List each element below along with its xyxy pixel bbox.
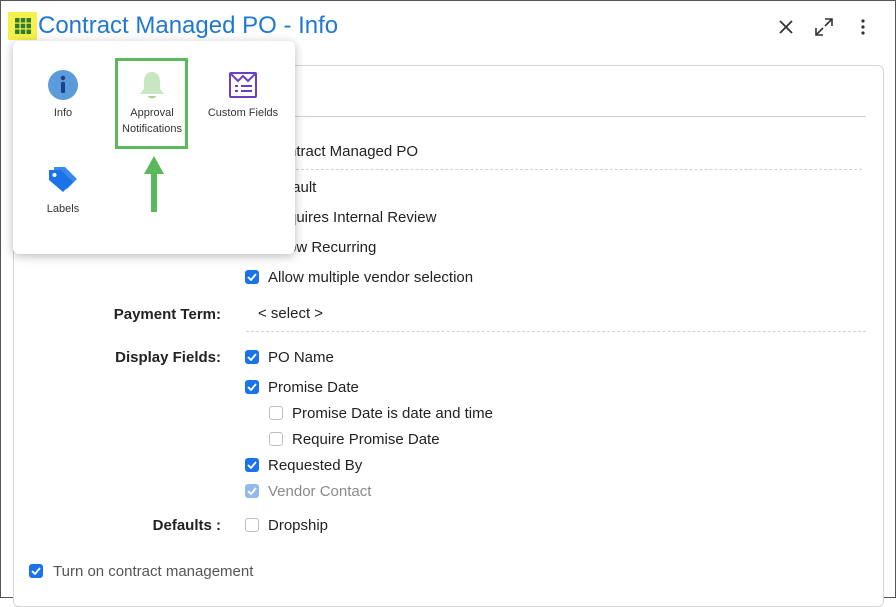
app-labels-label: Labels [46,203,80,215]
vendor-contact-label: Vendor Contact [268,483,372,500]
arrow-up-icon [144,156,164,212]
contract-management-label: Turn on contract management [53,563,254,580]
app-info-label: Info [53,107,73,119]
requested-by-checkbox[interactable] [245,458,259,472]
page-title: Contract Managed PO - Info [38,12,339,39]
requires-internal-review-label: quires Internal Review [288,209,437,226]
more-vertical-icon[interactable] [851,15,875,39]
vendor-contact-checkbox [245,484,259,498]
section-divider [266,116,866,117]
allow-multiple-vendor-label: Allow multiple vendor selection [268,269,474,286]
app-custom-fields-label: Custom Fields [207,107,279,119]
dropship-label: Dropship [268,517,329,534]
payment-term-label: Payment Term: [113,306,221,323]
promise-date-label: Promise Date [268,379,359,396]
app-menu-popup: Info Approval Notifications Custom Field… [13,41,295,254]
defaults-label: Defaults : [152,517,221,534]
promise-date-checkbox[interactable] [245,380,259,394]
display-fields-label: Display Fields: [115,349,221,366]
window: Contract Managed PO - Info ntract Manage… [0,0,896,607]
name-underline [246,169,862,170]
allow-multiple-vendor-checkbox[interactable] [245,270,259,284]
po-type-name: ntract Managed PO [288,143,419,160]
po-name-label: PO Name [268,349,334,366]
app-labels[interactable]: Labels [25,163,101,217]
grid-apps-icon[interactable] [8,12,37,40]
requested-by-label: Requested By [268,457,363,474]
require-promise-date-label: Require Promise Date [292,431,440,448]
highlight-box [115,58,188,149]
info-icon [25,69,101,101]
require-promise-date-checkbox[interactable] [269,432,283,446]
tag-icon [25,163,101,195]
app-custom-fields[interactable]: Custom Fields [205,69,281,121]
expand-icon[interactable] [812,15,836,39]
po-name-checkbox[interactable] [245,350,259,364]
dropship-checkbox[interactable] [245,518,259,532]
promise-date-time-label: Promise Date is date and time [292,405,493,422]
close-icon[interactable] [774,15,798,39]
allow-recurring-label: ow Recurring [288,239,377,256]
contract-management-checkbox[interactable] [29,564,43,578]
app-info[interactable]: Info [25,69,101,121]
custom-fields-icon [205,69,281,101]
payment-term-select[interactable]: < select > [258,305,323,322]
promise-date-time-checkbox[interactable] [269,406,283,420]
payment-term-underline [246,331,866,332]
